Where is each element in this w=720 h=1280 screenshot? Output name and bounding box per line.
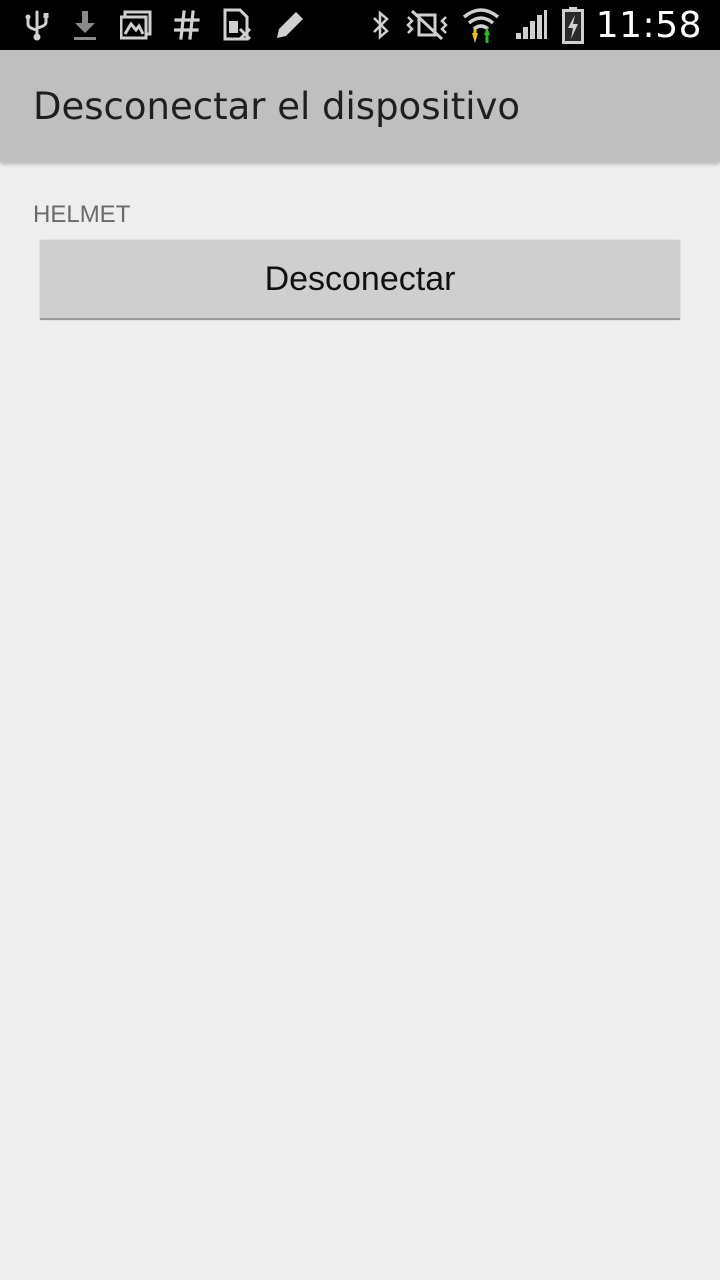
download-icon bbox=[72, 0, 98, 50]
sim-card-icon bbox=[222, 0, 252, 50]
disconnect-button[interactable]: Desconectar bbox=[40, 240, 680, 320]
battery-charging-icon bbox=[561, 0, 584, 50]
gallery-icon bbox=[120, 0, 152, 50]
system-icons: 11:58 bbox=[356, 0, 702, 50]
main-content: HELMET Desconectar bbox=[0, 162, 720, 1280]
action-bar: Desconectar el dispositivo bbox=[0, 50, 720, 162]
notification-icons bbox=[24, 0, 328, 50]
vibrate-mute-icon bbox=[405, 0, 448, 50]
usb-icon bbox=[24, 0, 50, 50]
device-name-label: HELMET bbox=[33, 201, 131, 228]
pencil-icon bbox=[274, 0, 306, 50]
signal-icon bbox=[514, 0, 548, 50]
status-bar: 11:58 bbox=[0, 0, 720, 50]
bluetooth-icon bbox=[370, 0, 392, 50]
hashtag-icon bbox=[174, 0, 200, 50]
status-clock: 11:58 bbox=[595, 4, 702, 46]
wifi-icon bbox=[462, 0, 500, 50]
page-title: Desconectar el dispositivo bbox=[33, 84, 521, 128]
